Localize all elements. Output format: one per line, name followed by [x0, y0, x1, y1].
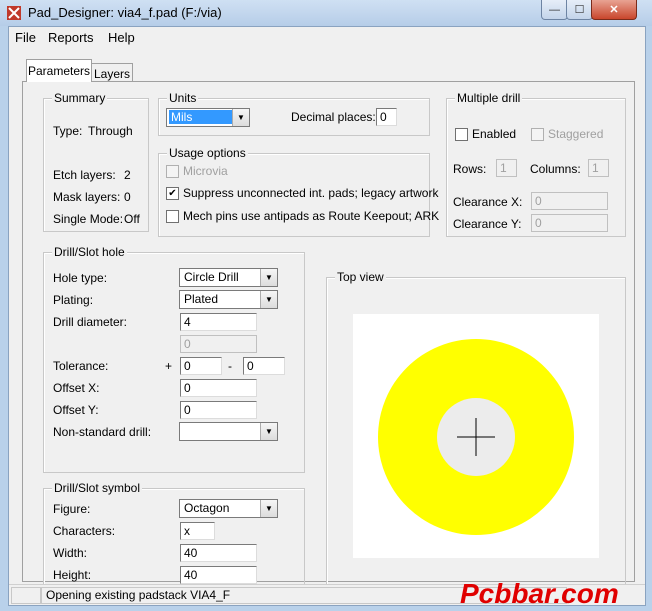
hole-type-select[interactable]: Circle Drill ▼ — [179, 268, 278, 287]
characters-label: Characters: — [53, 524, 116, 538]
drill-symbol-title: Drill/Slot symbol — [52, 481, 143, 495]
drill-hole-title: Drill/Slot hole — [52, 245, 127, 259]
clearance-y-input[interactable]: 0 — [531, 214, 608, 232]
drill-diameter-secondary-input[interactable]: 0 — [180, 335, 257, 353]
drill-hole-group: Drill/Slot hole Hole type: Circle Drill … — [43, 245, 305, 473]
multiple-drill-group: Multiple drill Enabled Staggered Rows: 1… — [446, 91, 626, 237]
drill-symbol-group: Drill/Slot symbol Figure: Octagon ▼ Char… — [43, 481, 305, 595]
mask-layers-value: 0 — [124, 190, 131, 204]
microvia-label: Microvia — [183, 164, 228, 178]
decimal-places-input[interactable]: 0 — [376, 108, 397, 126]
figure-select[interactable]: Octagon ▼ — [179, 499, 278, 518]
hole-type-label: Hole type: — [53, 271, 108, 285]
watermark: Pcbbar.com — [460, 578, 619, 609]
clearance-x-input[interactable]: 0 — [531, 192, 608, 210]
columns-label: Columns: — [530, 162, 581, 176]
summary-group: Summary Type: Through Etch layers: 2 Mas… — [43, 91, 149, 232]
staggered-label: Staggered — [548, 127, 604, 141]
status-pane-empty — [11, 587, 41, 604]
usage-options-group: Usage options Microvia ✔ Suppress unconn… — [158, 146, 439, 237]
offset-x-input[interactable]: 0 — [180, 379, 257, 397]
drill-diameter-label: Drill diameter: — [53, 315, 128, 329]
plating-label: Plating: — [53, 293, 94, 307]
etch-layers-value: 2 — [124, 168, 131, 182]
suppress-pads-label: Suppress unconnected int. pads; legacy a… — [183, 186, 439, 200]
menu-reports[interactable]: Reports — [48, 30, 94, 45]
minimize-button[interactable]: — — [541, 0, 568, 20]
usage-options-title: Usage options — [167, 146, 248, 160]
summary-title: Summary — [52, 91, 108, 105]
tolerance-plus-input[interactable]: 0 — [180, 357, 222, 375]
width-input[interactable]: 40 — [180, 544, 257, 562]
client-area: File Reports Help Parameters Layers Summ… — [8, 26, 646, 606]
units-select-value: Mils — [169, 110, 233, 124]
app-icon — [7, 6, 21, 20]
single-mode-label: Single Mode: — [53, 212, 124, 226]
type-value: Through — [88, 124, 133, 138]
chevron-down-icon: ▼ — [260, 500, 277, 517]
single-mode-value: Off — [124, 212, 140, 226]
type-label: Type: — [53, 124, 83, 138]
etch-layers-label: Etch layers: — [53, 168, 116, 182]
offset-x-label: Offset X: — [53, 381, 100, 395]
height-label: Height: — [53, 568, 92, 582]
chevron-down-icon: ▼ — [260, 269, 277, 286]
plating-select[interactable]: Plated ▼ — [179, 290, 278, 309]
enabled-checkbox[interactable] — [455, 128, 468, 141]
pad-preview — [353, 314, 599, 558]
width-label: Width: — [53, 546, 88, 560]
characters-input[interactable]: x — [180, 522, 215, 540]
decimal-places-label: Decimal places: — [291, 110, 376, 124]
rows-label: Rows: — [453, 162, 487, 176]
top-view-group: Top view — [326, 270, 626, 597]
units-group: Units Mils ▼ Decimal places: 0 — [158, 91, 430, 136]
mask-layers-label: Mask layers: — [53, 190, 121, 204]
mech-pins-label: Mech pins use antipads as Route Keepout;… — [183, 209, 440, 223]
units-select[interactable]: Mils ▼ — [166, 108, 250, 127]
title-bar: Pad_Designer: via4_f.pad (F:/via) — ☐ ✕ — [0, 0, 652, 26]
enabled-label: Enabled — [472, 127, 517, 141]
mech-pins-checkbox[interactable] — [166, 210, 179, 223]
columns-input[interactable]: 1 — [588, 159, 609, 177]
menu-help[interactable]: Help — [108, 30, 135, 45]
clearance-y-label: Clearance Y: — [453, 217, 522, 231]
maximize-button[interactable]: ☐ — [566, 0, 593, 20]
multiple-drill-title: Multiple drill — [455, 91, 523, 105]
plating-value: Plated — [184, 292, 219, 306]
menu-bar: File Reports Help — [9, 27, 645, 49]
menu-file[interactable]: File — [15, 30, 36, 45]
chevron-down-icon: ▼ — [260, 291, 277, 308]
chevron-down-icon: ▼ — [232, 109, 249, 126]
suppress-pads-checkbox[interactable]: ✔ — [166, 187, 179, 200]
offset-y-label: Offset Y: — [53, 403, 99, 417]
non-standard-drill-label: Non-standard drill: — [53, 425, 152, 439]
tolerance-minus-input[interactable]: 0 — [243, 357, 285, 375]
parameters-panel: Summary Type: Through Etch layers: 2 Mas… — [22, 81, 635, 597]
tab-parameters[interactable]: Parameters — [26, 59, 92, 82]
rows-input[interactable]: 1 — [496, 159, 517, 177]
clearance-x-label: Clearance X: — [453, 195, 523, 209]
tolerance-minus-sign: - — [228, 359, 232, 373]
window-title: Pad_Designer: via4_f.pad (F:/via) — [28, 5, 222, 20]
height-input[interactable]: 40 — [180, 566, 257, 584]
offset-y-input[interactable]: 0 — [180, 401, 257, 419]
top-view-title: Top view — [335, 270, 386, 284]
chevron-down-icon: ▼ — [260, 423, 277, 440]
drill-diameter-input[interactable]: 4 — [180, 313, 257, 331]
figure-label: Figure: — [53, 502, 91, 516]
units-title: Units — [167, 91, 199, 105]
figure-value: Octagon — [184, 501, 230, 515]
hole-type-value: Circle Drill — [184, 270, 239, 284]
non-standard-drill-select[interactable]: ▼ — [179, 422, 278, 441]
tolerance-plus-sign: + — [165, 359, 173, 373]
staggered-checkbox[interactable] — [531, 128, 544, 141]
close-button[interactable]: ✕ — [591, 0, 637, 20]
microvia-checkbox[interactable] — [166, 165, 179, 178]
tolerance-label: Tolerance: — [53, 359, 109, 373]
